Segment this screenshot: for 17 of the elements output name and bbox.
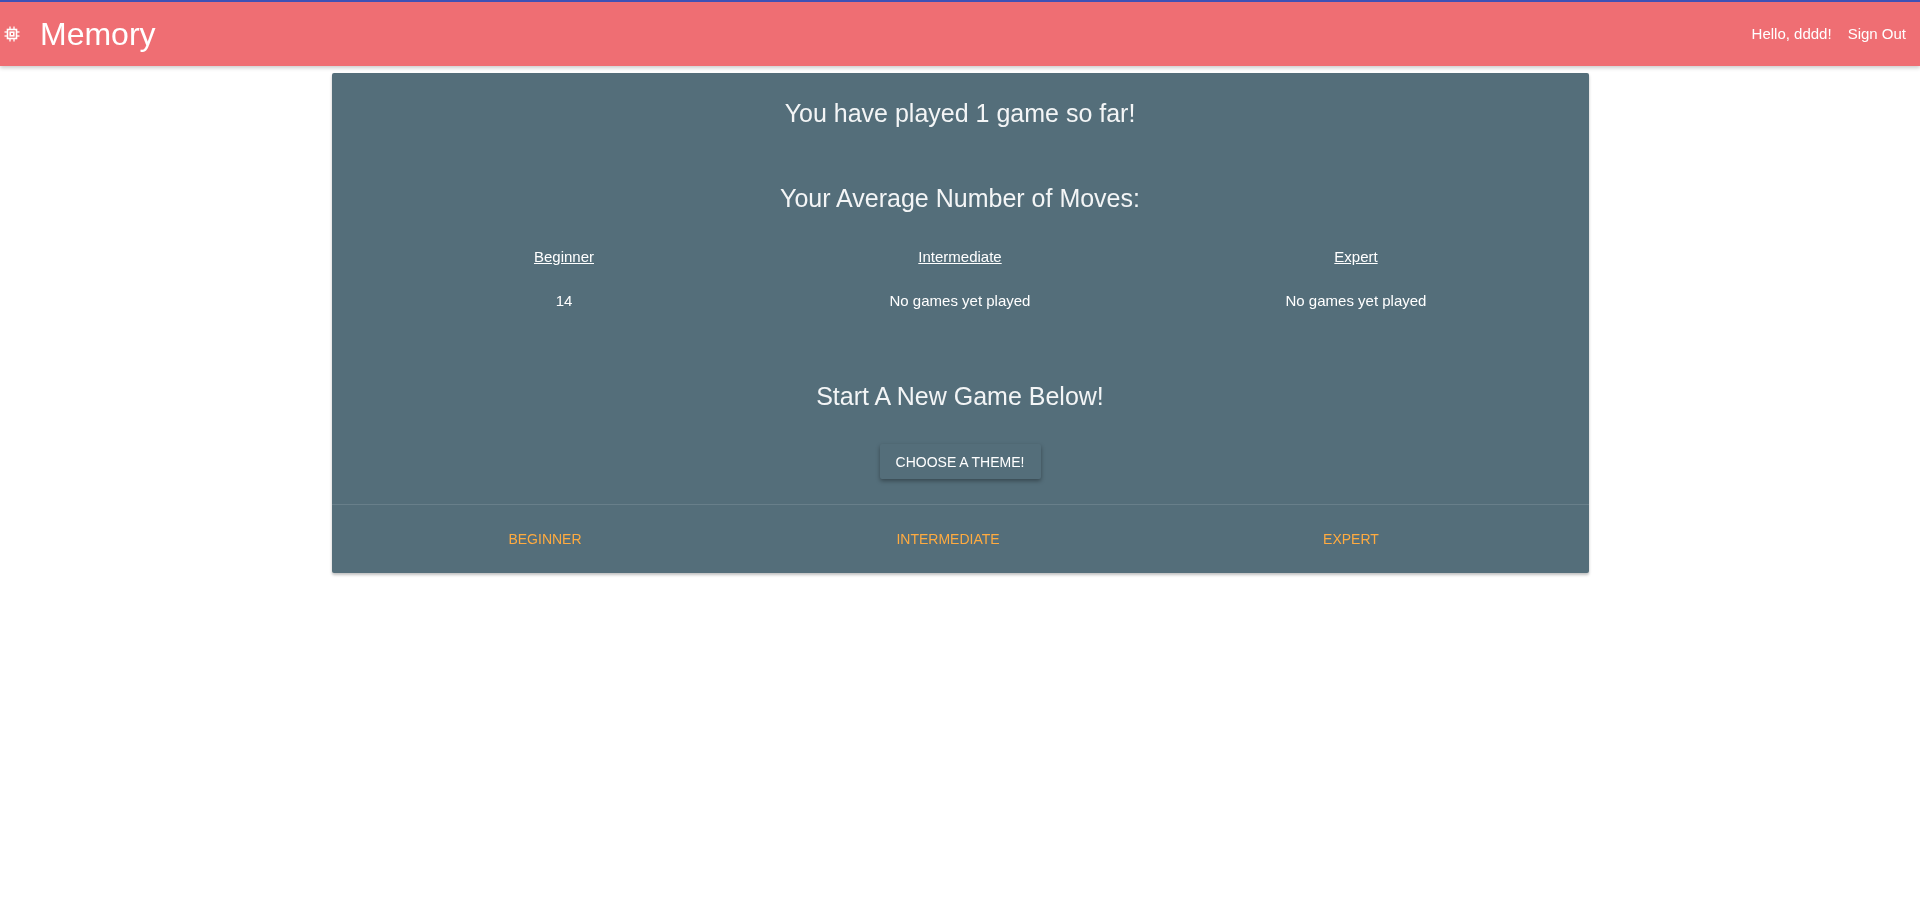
chip-icon — [4, 26, 20, 42]
difficulty-link[interactable]: INTERMEDIATE — [896, 531, 1000, 547]
app-title[interactable]: Memory — [40, 14, 156, 54]
average-moves-heading: Your Average Number of Moves: — [780, 183, 1140, 214]
sign-out-link[interactable]: Sign Out — [1847, 24, 1906, 44]
difficulty-link[interactable]: EXPERT — [1323, 531, 1379, 547]
choose-theme-button[interactable]: CHOOSE A THEME! — [879, 444, 1041, 479]
column-header: Expert — [1334, 248, 1378, 265]
new-game-heading: Start A New Game Below! — [816, 381, 1104, 412]
table-cell: No games yet played — [1285, 291, 1427, 309]
column-header: Beginner — [533, 248, 594, 265]
column-header: Intermediate — [918, 248, 1002, 265]
games-played-heading: You have played 1 game so far! — [784, 98, 1136, 129]
greeting-text: Hello, dddd! — [1751, 24, 1832, 44]
table-cell: No games yet played — [889, 291, 1031, 309]
difficulty-link[interactable]: BEGINNER — [508, 531, 582, 547]
table-cell: 14 — [555, 291, 573, 309]
